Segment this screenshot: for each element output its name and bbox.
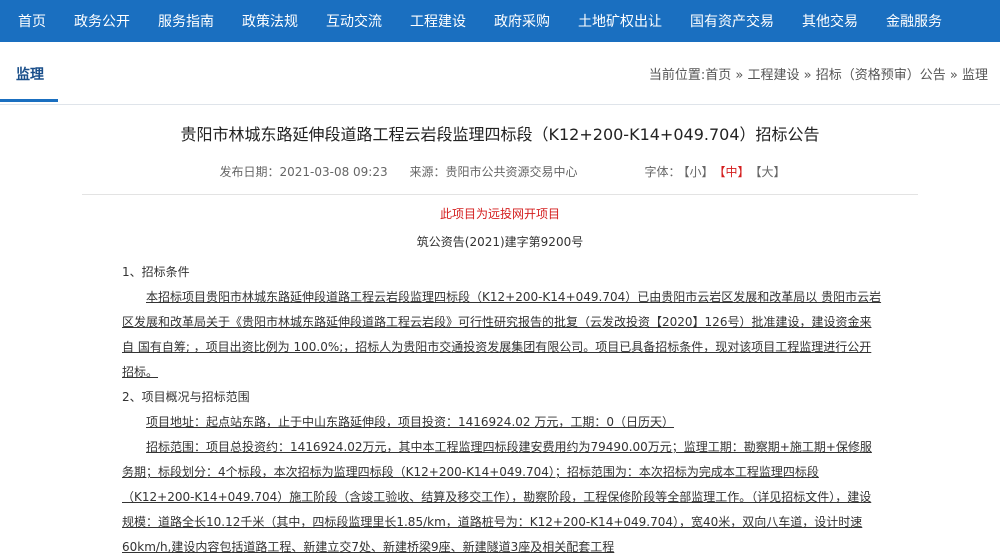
article-body: 1、招标条件 本招标项目贵阳市林城东路延伸段道路工程云岩段监理四标段（K12+2… (122, 260, 882, 560)
breadcrumb: 当前位置:首页 » 工程建设 » 招标（资格预审）公告 » 监理 (649, 64, 988, 83)
breadcrumb-engineering[interactable]: 工程建设 (748, 68, 800, 83)
section-bar: 监理 当前位置:首页 » 工程建设 » 招标（资格预审）公告 » 监理 (0, 42, 1000, 105)
section-2-title: 2、项目概况与招标范围 (122, 390, 250, 404)
nav-land-mining[interactable]: 土地矿权出让 (578, 11, 662, 31)
top-navigation: 首页 政务公开 服务指南 政策法规 互动交流 工程建设 政府采购 土地矿权出让 … (0, 0, 1000, 42)
bid-scope-paragraph: 招标范围：项目总投资约：1416924.02万元，其中本工程监理四标段建安费用约… (122, 440, 872, 554)
bid-conditions-paragraph: 本招标项目贵阳市林城东路延伸段道路工程云岩段监理四标段（K12+200-K14+… (122, 290, 882, 379)
nav-home[interactable]: 首页 (18, 11, 46, 31)
divider (82, 194, 918, 195)
nav-service-guide[interactable]: 服务指南 (158, 11, 214, 31)
article-meta: 发布日期：2021-03-08 09:23 来源：贵阳市公共资源交易中心 字体：… (0, 163, 1000, 180)
source: 来源：贵阳市公共资源交易中心 (409, 165, 578, 179)
breadcrumb-home[interactable]: 首页 (705, 68, 731, 83)
breadcrumb-prefix: 当前位置: (648, 68, 706, 83)
nav-policy[interactable]: 政策法规 (242, 11, 298, 31)
font-size-switcher: 字体： 【小】 【中】 【大】 (644, 163, 788, 180)
font-large-button[interactable]: 【大】 (756, 165, 786, 179)
breadcrumb-sep: » (799, 68, 816, 83)
breadcrumb-bid-notice[interactable]: 招标（资格预审）公告 (816, 68, 946, 83)
document-number: 筑公资告(2021)建字第9200号 (416, 235, 584, 249)
remote-bid-notice: 此项目为远投网开项目 (439, 207, 560, 221)
nav-engineering[interactable]: 工程建设 (410, 11, 466, 31)
section-1-title: 1、招标条件 (122, 265, 190, 279)
font-medium-button[interactable]: 【中】 (720, 165, 750, 179)
font-small-button[interactable]: 【小】 (683, 165, 713, 179)
nav-gov-affairs[interactable]: 政务公开 (74, 11, 130, 31)
nav-interaction[interactable]: 互动交流 (326, 11, 382, 31)
breadcrumb-sep: » (731, 68, 748, 83)
nav-state-assets[interactable]: 国有资产交易 (690, 11, 774, 31)
article-title: 贵阳市林城东路延伸段道路工程云岩段监理四标段（K12+200-K14+049.7… (180, 125, 820, 144)
nav-other-trade[interactable]: 其他交易 (802, 11, 858, 31)
font-size-label: 字体： (644, 165, 681, 179)
breadcrumb-supervision[interactable]: 监理 (962, 68, 988, 83)
project-address-paragraph: 项目地址：起点站东路，止于中山东路延伸段，项目投资：1416924.02 万元，… (146, 415, 674, 429)
breadcrumb-sep: » (945, 68, 962, 83)
publish-date: 发布日期：2021-03-08 09:23 (219, 165, 388, 179)
section-label: 监理 (0, 64, 58, 102)
nav-finance[interactable]: 金融服务 (886, 11, 942, 31)
nav-procurement[interactable]: 政府采购 (494, 11, 550, 31)
